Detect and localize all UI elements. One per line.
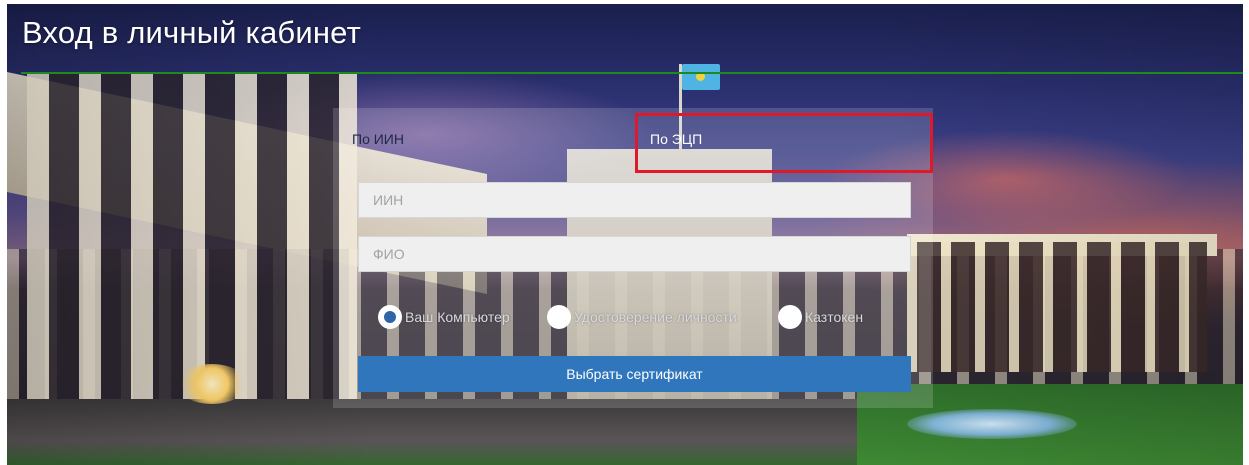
fio-input[interactable] [358,236,911,272]
tab-by-eds[interactable]: По ЭЦП [650,131,702,147]
radio-label: Удостоверение личности [574,309,737,325]
tab-by-iin[interactable]: По ИИН [352,131,404,147]
login-page: Вход в личный кабинет По ИИН По ЭЦП Ваш … [0,0,1249,465]
radio-dot-icon[interactable] [378,305,402,329]
radio-label: Ваш Компьютер [405,309,510,325]
radio-dot-icon[interactable] [547,305,571,329]
radio-dot-icon[interactable] [778,305,802,329]
title-divider [21,72,1243,74]
select-certificate-button[interactable]: Выбрать сертификат [358,356,911,392]
iin-input[interactable] [358,182,911,218]
page-title: Вход в личный кабинет [22,15,361,50]
radio-label: Казтокен [805,309,864,325]
